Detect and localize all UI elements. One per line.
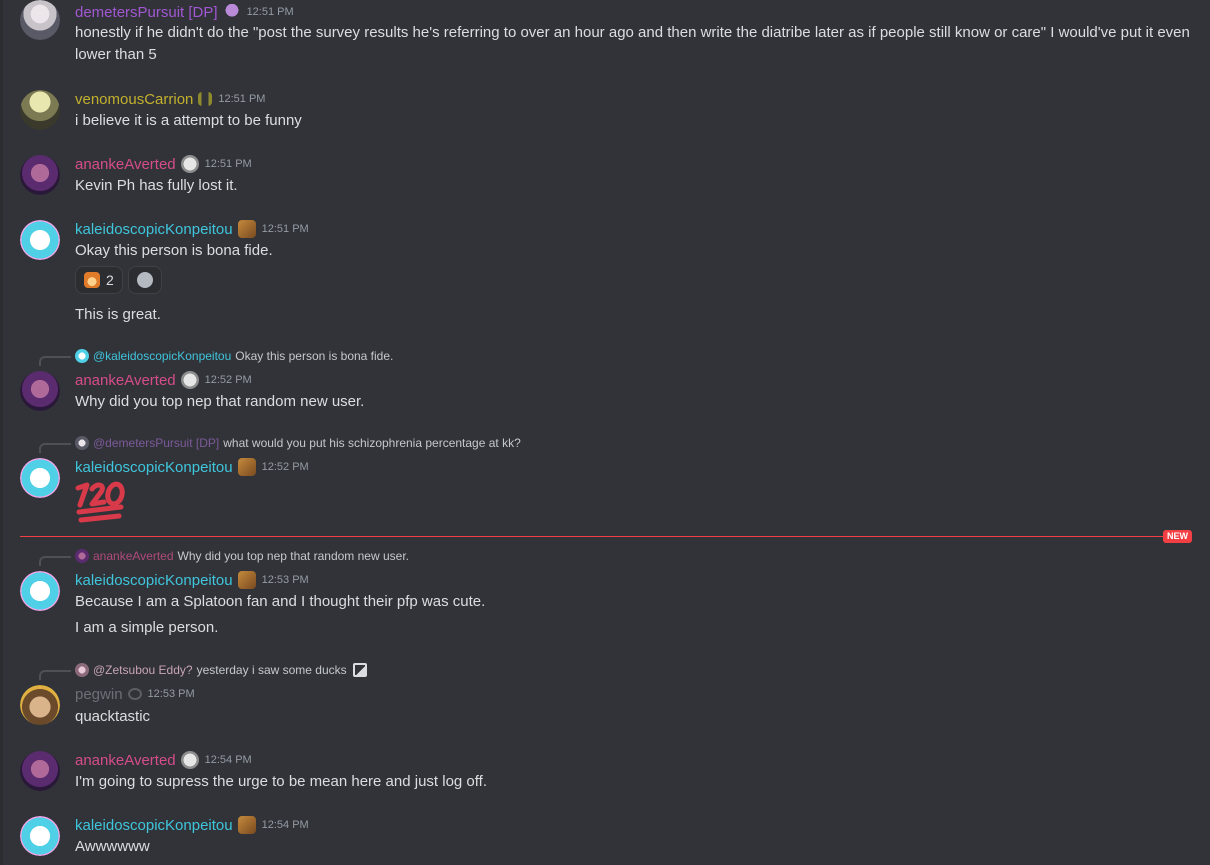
username[interactable]: kaleidoscopicKonpeitou	[75, 572, 233, 589]
timestamp: 12:51 PM	[246, 6, 294, 18]
cancer-icon	[127, 688, 142, 700]
message-content: I'm going to supress the urge to be mean…	[75, 773, 488, 790]
wolf-icon	[180, 155, 199, 173]
reply-spine	[39, 670, 71, 680]
avatar[interactable]	[20, 751, 60, 791]
reply-avatar	[75, 349, 89, 363]
message-content-followup: This is great.	[75, 306, 161, 323]
message-content: Awwwwww	[75, 838, 150, 855]
avatar[interactable]	[20, 90, 60, 130]
message-content-followup: I am a simple person.	[75, 619, 219, 636]
message-content: Okay this person is bona fide.	[75, 242, 273, 259]
reply-preview[interactable]: @demetersPursuit [DP] what would you put…	[75, 435, 521, 451]
hundred-points-emoji-icon	[75, 481, 125, 523]
reply-text: Okay this person is bona fide.	[235, 349, 394, 363]
avatar[interactable]	[20, 685, 60, 725]
gemini-icon	[198, 92, 213, 106]
reaction-count: 2	[106, 272, 114, 288]
username[interactable]: anankeAverted	[75, 372, 176, 389]
reply-avatar	[75, 549, 89, 563]
reply-username[interactable]: anankeAverted	[93, 549, 174, 563]
username[interactable]: venomousCarrion	[75, 91, 193, 108]
username[interactable]: kaleidoscopicKonpeitou	[75, 221, 233, 238]
channel-left-edge	[0, 0, 3, 865]
image-icon	[352, 663, 367, 677]
timestamp: 12:54 PM	[261, 819, 309, 831]
dog-icon	[237, 571, 256, 589]
add-reaction-button[interactable]	[128, 266, 162, 294]
timestamp: 12:53 PM	[147, 688, 195, 700]
dog-icon	[237, 220, 256, 238]
reply-preview[interactable]: @kaleidoscopicKonpeitou Okay this person…	[75, 348, 393, 364]
avatar[interactable]	[20, 571, 60, 611]
message-content: i believe it is a attempt to be funny	[75, 112, 302, 129]
reply-spine	[39, 443, 71, 453]
reply-text: yesterday i saw some ducks	[196, 663, 347, 677]
timestamp: 12:52 PM	[261, 461, 309, 473]
reply-username[interactable]: @kaleidoscopicKonpeitou	[93, 349, 231, 363]
dog-face-emoji-icon	[84, 272, 100, 288]
timestamp: 12:52 PM	[204, 374, 252, 386]
avatar[interactable]	[20, 458, 60, 498]
reply-text: what would you put his schizophrenia per…	[223, 436, 521, 450]
message-content: Because I am a Splatoon fan and I though…	[75, 593, 486, 610]
reply-spine	[39, 556, 71, 566]
avatar[interactable]	[20, 0, 60, 40]
dog-icon	[237, 816, 256, 834]
octopus-icon	[222, 3, 241, 21]
username[interactable]: kaleidoscopicKonpeitou	[75, 817, 233, 834]
username[interactable]: kaleidoscopicKonpeitou	[75, 459, 233, 476]
timestamp: 12:54 PM	[204, 754, 252, 766]
timestamp: 12:51 PM	[261, 223, 309, 235]
timestamp: 12:51 PM	[204, 158, 252, 170]
new-badge: NEW	[1163, 530, 1192, 543]
avatar[interactable]	[20, 220, 60, 260]
reply-preview[interactable]: anankeAverted Why did you top nep that r…	[75, 548, 409, 564]
reply-username[interactable]: @Zetsubou Eddy?	[93, 663, 193, 677]
avatar[interactable]	[20, 371, 60, 411]
username[interactable]: pegwin	[75, 686, 123, 703]
dog-icon	[237, 458, 256, 476]
new-messages-divider	[20, 536, 1170, 537]
wolf-icon	[180, 371, 199, 389]
reply-spine	[39, 356, 71, 366]
reply-text: Why did you top nep that random new user…	[177, 549, 409, 563]
reply-preview[interactable]: @Zetsubou Eddy? yesterday i saw some duc…	[75, 662, 367, 678]
reaction-button[interactable]: 2	[75, 266, 123, 294]
reply-avatar	[75, 663, 89, 677]
message-content: Kevin Ph has fully lost it.	[75, 177, 238, 194]
message-content: quacktastic	[75, 708, 151, 725]
username[interactable]: anankeAverted	[75, 752, 176, 769]
username[interactable]: anankeAverted	[75, 156, 176, 173]
timestamp: 12:51 PM	[218, 93, 266, 105]
reply-username[interactable]: @demetersPursuit [DP]	[93, 436, 219, 450]
username[interactable]: demetersPursuit [DP]	[75, 4, 218, 21]
reply-avatar	[75, 436, 89, 450]
message-content: honestly if he didn't do the "post the s…	[75, 24, 1190, 63]
message-content: Why did you top nep that random new user…	[75, 393, 365, 410]
wolf-icon	[180, 751, 199, 769]
timestamp: 12:53 PM	[261, 574, 309, 586]
avatar[interactable]	[20, 155, 60, 195]
avatar[interactable]	[20, 816, 60, 856]
smile-icon	[137, 272, 153, 288]
